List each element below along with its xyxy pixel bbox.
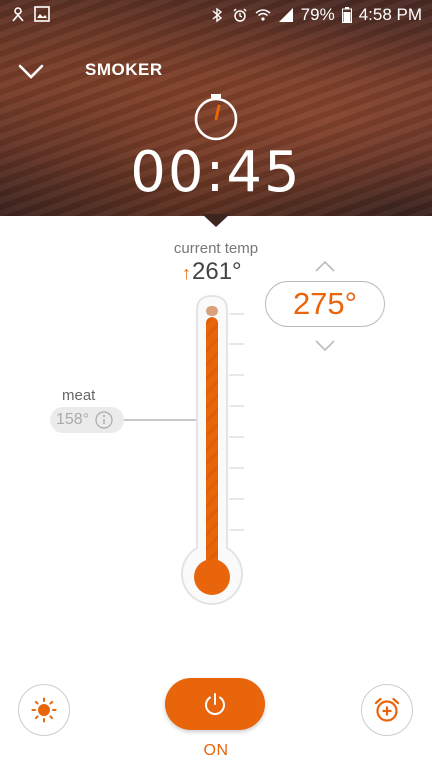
current-temp-number: 261° xyxy=(192,258,242,285)
alarm-add-icon xyxy=(374,697,400,722)
power-icon xyxy=(205,693,225,715)
clock: 4:58 PM xyxy=(358,5,422,24)
header-pointer xyxy=(202,214,230,227)
battery-percent: 79% xyxy=(300,5,335,24)
timer-icon[interactable] xyxy=(191,92,241,142)
signal-icon xyxy=(278,8,293,22)
page-title: SMOKER xyxy=(85,60,163,79)
thermometer-ticks xyxy=(229,313,244,531)
trend-up-icon: ↑ xyxy=(182,263,191,283)
chevron-down-icon[interactable] xyxy=(16,58,46,84)
thermometer-bulb xyxy=(194,559,230,595)
status-bar: 79% 4:58 PM xyxy=(0,0,432,30)
light-button[interactable] xyxy=(18,684,70,736)
decrease-temp-chevron-icon[interactable] xyxy=(314,339,336,353)
current-temp-value: ↑261° xyxy=(182,258,242,286)
target-temp-pill[interactable]: 275° xyxy=(265,281,385,327)
bluetooth-icon xyxy=(212,7,222,23)
timer-value: 00:45 xyxy=(130,140,302,205)
battery-icon xyxy=(341,7,352,23)
sun-icon xyxy=(31,697,57,723)
thermometer-top-cap xyxy=(206,306,218,316)
meat-probe-value: 158° xyxy=(56,411,90,428)
wifi-icon xyxy=(255,9,271,21)
info-icon[interactable] xyxy=(95,411,113,429)
power-state-label: ON xyxy=(203,742,229,759)
gallery-icon xyxy=(34,6,50,22)
thermometer-fill xyxy=(206,317,218,566)
power-button[interactable] xyxy=(165,678,265,730)
alarm-icon xyxy=(233,8,247,22)
meat-probe-connector xyxy=(124,419,196,421)
alarm-add-button[interactable] xyxy=(361,684,413,736)
increase-temp-chevron-icon[interactable] xyxy=(314,259,336,273)
meat-probe-pill[interactable]: 158° xyxy=(50,407,124,433)
target-temp-value: 275° xyxy=(292,286,358,321)
thermometer xyxy=(181,294,244,605)
current-temp-label: current temp xyxy=(173,240,259,257)
top-bar: SMOKER xyxy=(0,54,432,88)
notification-icon xyxy=(12,7,24,22)
meat-probe-label: meat xyxy=(62,387,96,404)
